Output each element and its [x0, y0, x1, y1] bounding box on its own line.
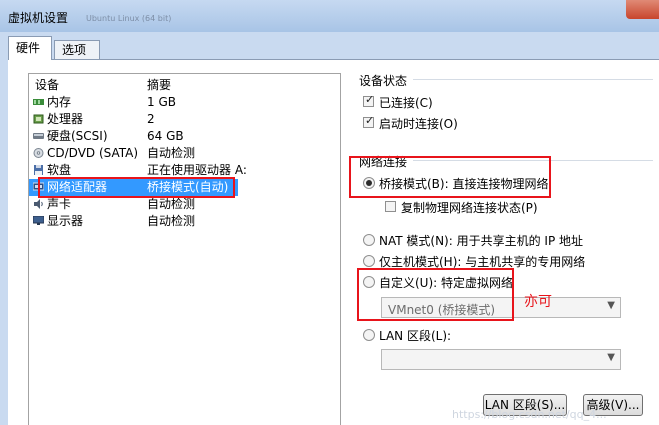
chevron-down-icon: ▼: [607, 300, 615, 311]
device-status-label: 设备状态: [359, 74, 408, 88]
device-row-memory[interactable]: 内存 1 GB: [29, 94, 340, 111]
device-summary: 64 GB: [147, 129, 184, 143]
annotation-text: 亦可: [524, 294, 552, 310]
title-bar: 虚拟机设置 Ubuntu Linux (64 bit): [0, 0, 659, 32]
device-summary: 桥接模式(自动): [147, 179, 238, 196]
device-row-floppy[interactable]: 软盘 正在使用驱动器 A:: [29, 162, 340, 179]
replicate-state-checkbox[interactable]: [385, 201, 396, 212]
watermark-text: https://blog.csdn.net/qq_4...: [452, 408, 607, 421]
device-name: 处理器: [47, 112, 84, 126]
device-row-cd-dvd[interactable]: CD/DVD (SATA) 自动检测: [29, 145, 340, 162]
host-only-radio[interactable]: [363, 255, 375, 267]
device-row-harddisk[interactable]: 硬盘(SCSI) 64 GB: [29, 128, 340, 145]
summary-column-header: 摘要: [147, 78, 172, 92]
bridged-label: 桥接模式(B): 直接连接物理网络: [379, 177, 549, 191]
blurred-vm-name: Ubuntu Linux (64 bit): [86, 14, 172, 23]
lan-segment-dropdown[interactable]: ▼: [381, 349, 621, 370]
custom-radio[interactable]: [363, 276, 375, 288]
replicate-state-label: 复制物理网络连接状态(P): [401, 201, 538, 215]
custom-label: 自定义(U): 特定虚拟网络: [379, 276, 514, 290]
device-row-processor[interactable]: 处理器 2: [29, 111, 340, 128]
tab-options-label: 选项: [62, 43, 87, 57]
network-connection-label: 网络连接: [359, 155, 408, 169]
device-name: 显示器: [47, 214, 84, 228]
custom-network-value: VMnet0 (桥接模式): [388, 303, 496, 317]
nat-radio[interactable]: [363, 234, 375, 246]
memory-icon: [33, 99, 44, 105]
device-list[interactable]: 设备 摘要 内存 1 GB 处理器 2 硬盘(SCSI) 64 GB CD/DV…: [28, 73, 341, 425]
device-column-header: 设备: [35, 78, 60, 92]
device-name: 软盘: [47, 163, 72, 177]
device-name: 声卡: [47, 197, 72, 211]
close-button[interactable]: [626, 0, 659, 19]
device-status-divider: [413, 79, 653, 80]
chevron-down-icon: ▼: [607, 352, 615, 363]
checkmark-icon: ✓: [365, 93, 375, 106]
connected-label: 已连接(C): [379, 96, 433, 110]
network-adapter-icon: [33, 182, 44, 191]
floppy-icon: [34, 165, 43, 175]
device-summary: 自动检测: [147, 146, 196, 160]
device-name: 内存: [47, 95, 72, 109]
lan-segment-radio[interactable]: [363, 329, 375, 341]
processor-icon: [33, 114, 44, 124]
device-row-sound-card[interactable]: 声卡 自动检测: [29, 196, 340, 213]
device-summary: 自动检测: [147, 214, 196, 228]
device-summary: 正在使用驱动器 A:: [147, 163, 247, 177]
tab-hardware[interactable]: 硬件: [8, 36, 52, 60]
lan-segment-label: LAN 区段(L):: [379, 329, 452, 343]
checkmark-icon: ✓: [365, 114, 375, 127]
device-row-display[interactable]: 显示器 自动检测: [29, 213, 340, 230]
device-summary: 自动检测: [147, 197, 196, 211]
sound-card-icon: [34, 199, 43, 209]
connect-at-power-on-checkbox[interactable]: ✓: [363, 114, 375, 128]
display-icon: [33, 216, 44, 225]
harddisk-icon: [33, 133, 44, 139]
window-title: 虚拟机设置: [8, 11, 69, 25]
bridged-radio[interactable]: [363, 177, 375, 189]
tab-hardware-label: 硬件: [16, 41, 41, 55]
cd-dvd-icon: [33, 148, 44, 158]
device-summary: 1 GB: [147, 95, 176, 109]
tab-options[interactable]: 选项: [54, 40, 100, 59]
device-row-network-adapter[interactable]: 网络适配器 桥接模式(自动): [29, 179, 238, 196]
device-summary: 2: [147, 112, 155, 126]
connected-checkbox[interactable]: ✓: [363, 93, 375, 107]
custom-network-dropdown[interactable]: VMnet0 (桥接模式) ▼: [381, 297, 621, 318]
hardware-panel: 设备 摘要 内存 1 GB 处理器 2 硬盘(SCSI) 64 GB CD/DV…: [8, 59, 659, 425]
device-list-header: 设备 摘要: [29, 74, 340, 92]
device-name: 网络适配器: [47, 180, 108, 194]
connect-at-power-on-label: 启动时连接(O): [379, 117, 458, 131]
device-name: 硬盘(SCSI): [47, 129, 108, 143]
device-name: CD/DVD (SATA): [47, 146, 139, 160]
host-only-label: 仅主机模式(H): 与主机共享的专用网络: [379, 255, 586, 269]
network-connection-divider: [413, 160, 653, 161]
settings-window: 虚拟机设置 Ubuntu Linux (64 bit) 硬件 选项 设备 摘要 …: [0, 0, 659, 425]
radio-selected-dot: [366, 180, 372, 186]
nat-label: NAT 模式(N): 用于共享主机的 IP 地址: [379, 234, 584, 248]
